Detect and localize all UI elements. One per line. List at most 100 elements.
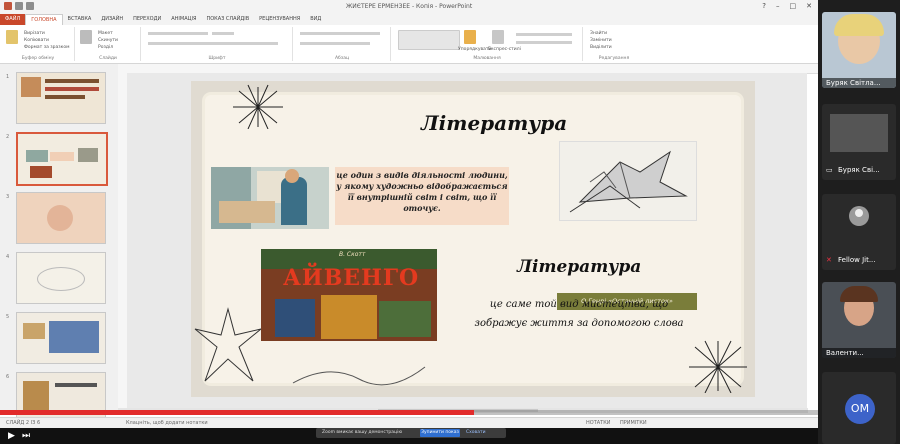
group-label: Абзац <box>334 56 350 61</box>
slide-thumbnail-1[interactable] <box>16 72 106 124</box>
editing-group: Знайти Замінити Виділити Редагування <box>584 27 644 61</box>
slide-number: 6 <box>6 374 10 380</box>
hide-notice-button[interactable]: Сховати <box>466 430 486 435</box>
tab-insert[interactable]: ВСТАВКА <box>63 14 97 25</box>
participant-tile[interactable]: Валенти... <box>822 282 896 358</box>
copy-button[interactable]: Копіювати <box>24 37 70 44</box>
slide-thumbnails-pane: 1 2 3 4 5 6 <box>0 64 118 424</box>
select-button[interactable]: Виділити <box>590 44 612 51</box>
quick-styles-button[interactable]: Експрес-стилі <box>488 47 521 52</box>
arrange-button[interactable]: Упорядкувати <box>458 47 491 52</box>
group-label: Шрифт <box>208 56 226 61</box>
list-buttons[interactable] <box>300 32 380 35</box>
slide-counter: СЛАЙД 2 ІЗ 6 <box>6 420 41 426</box>
star-outline-decoration <box>194 307 262 382</box>
tab-view[interactable]: ВИД <box>305 14 326 25</box>
participant-name: Валенти... <box>826 349 864 357</box>
screen-share-notice: Zoom вмикає вашу демонстрацію Зупинити п… <box>316 428 506 438</box>
font-group: Шрифт <box>142 27 293 61</box>
comments-button[interactable]: ПРИМІТКИ <box>620 420 647 426</box>
participant-tile[interactable]: ОМ <box>822 372 896 444</box>
starburst-decoration <box>233 84 283 129</box>
slide-canvas: Література це один з видів діяльності лю… <box>127 73 807 410</box>
starburst-decoration <box>689 340 747 393</box>
slide-heading-1: Література <box>421 111 568 135</box>
participant-tile[interactable]: ▭ Буряк Сві... <box>822 104 896 180</box>
book-title: АЙВЕНГО <box>283 265 420 291</box>
group-label: Буфер обміну <box>21 56 55 61</box>
notes-button[interactable]: НОТАТКИ <box>586 420 611 426</box>
slide-thumbnail-4[interactable] <box>16 252 106 304</box>
font-name-dropdown[interactable] <box>148 32 208 35</box>
shape-outline-button[interactable] <box>516 41 572 44</box>
tab-design[interactable]: ДИЗАЙН <box>96 14 128 25</box>
participant-tile[interactable]: Буряк Світла... <box>822 12 896 88</box>
current-slide: Література це один з видів діяльності лю… <box>191 81 755 397</box>
play-icon[interactable]: ▶ <box>8 431 15 441</box>
arrange-icon[interactable] <box>464 30 476 44</box>
maximize-button[interactable]: □ <box>790 2 797 10</box>
slide-thumbnail-5[interactable] <box>16 312 106 364</box>
slide-number: 1 <box>6 74 10 80</box>
slide-number: 2 <box>6 134 10 140</box>
notes-placeholder[interactable]: Клацніть, щоб додати нотатки <box>126 420 208 426</box>
format-painter-button[interactable]: Формат за зразком <box>24 44 70 51</box>
font-format-buttons[interactable] <box>148 42 278 45</box>
participant-name: Буряк Світла... <box>826 79 881 87</box>
microphone-muted-icon: ✕ <box>826 256 832 264</box>
slide-thumbnail-3[interactable] <box>16 192 106 244</box>
slides-group: Макет Скинути Розділ Слайди <box>76 27 141 61</box>
participant-initials: ОМ <box>845 394 875 424</box>
drawing-group: Упорядкувати Експрес-стилі Малювання <box>392 27 583 61</box>
next-icon[interactable]: ⏭ <box>22 431 30 441</box>
window-title: ЖИЄТЕРЕ ЕРМЕНЗЕЕ - Копія - PowerPoint <box>345 3 473 10</box>
group-label: Редагування <box>598 56 630 61</box>
paste-icon[interactable] <box>6 30 18 44</box>
slide-thumbnail-2[interactable] <box>16 132 108 186</box>
participant-name: Буряк Сві... <box>838 166 880 174</box>
quick-styles-icon[interactable] <box>492 30 504 44</box>
clipboard-group: Вирізати Копіювати Формат за зразком Буф… <box>2 27 75 61</box>
definition-text: це один з видів діяльності людини, у яко… <box>335 167 509 225</box>
paragraph-group: Абзац <box>294 27 391 61</box>
minimize-button[interactable]: – <box>776 2 780 10</box>
section-button[interactable]: Розділ <box>98 44 118 51</box>
layout-button[interactable]: Макет <box>98 30 118 37</box>
participant-tile[interactable]: ✕ Fellow Jit... <box>822 194 896 270</box>
share-notice-message: Zoom вмикає вашу демонстрацію <box>322 430 403 435</box>
screen-share-icon: ▭ <box>826 166 833 174</box>
slide-heading-2: Література <box>517 257 642 277</box>
shape-fill-button[interactable] <box>516 33 572 36</box>
find-button[interactable]: Знайти <box>590 30 612 37</box>
tab-review[interactable]: РЕЦЕНЗУВАННЯ <box>254 14 305 25</box>
new-slide-icon[interactable] <box>80 30 92 44</box>
avatar-icon <box>855 209 863 217</box>
video-progress-bar[interactable] <box>0 410 818 415</box>
cut-button[interactable]: Вирізати <box>24 30 70 37</box>
ribbon: Вирізати Копіювати Формат за зразком Буф… <box>0 25 818 64</box>
literature-description: це саме той вид мистецтва, що зображує ж… <box>474 299 684 329</box>
group-label: Слайди <box>99 56 117 61</box>
shapes-gallery[interactable] <box>398 30 460 50</box>
group-label: Малювання <box>473 56 501 61</box>
stop-share-button[interactable]: Зупинити показ <box>420 429 460 437</box>
reader-illustration <box>211 167 329 229</box>
book-cover-ivanhoe: В. Скотт АЙВЕНГО <box>261 249 437 341</box>
replace-button[interactable]: Замінити <box>590 37 612 44</box>
font-size-dropdown[interactable] <box>212 32 234 35</box>
tab-file[interactable]: ФАЙЛ <box>0 14 26 25</box>
tab-animations[interactable]: АНІМАЦІЯ <box>166 14 201 25</box>
slide-number: 4 <box>6 254 10 260</box>
swirl-decoration <box>292 366 426 386</box>
participants-panel: Буряк Світла... ▭ Буряк Сві... ✕ Fellow … <box>818 0 900 444</box>
close-button[interactable]: ✕ <box>806 2 812 10</box>
tab-slideshow[interactable]: ПОКАЗ СЛАЙДІВ <box>201 14 254 25</box>
reset-button[interactable]: Скинути <box>98 37 118 44</box>
slide-number: 3 <box>6 194 10 200</box>
help-button[interactable]: ? <box>762 2 766 10</box>
tab-transitions[interactable]: ПЕРЕХОДИ <box>128 14 166 25</box>
align-buttons[interactable] <box>300 42 370 45</box>
tab-home[interactable]: ГОЛОВНА <box>25 14 63 25</box>
title-bar: ЖИЄТЕРЕ ЕРМЕНЗЕЕ - Копія - PowerPoint ? … <box>0 0 818 14</box>
video-progress-fill <box>0 410 475 415</box>
